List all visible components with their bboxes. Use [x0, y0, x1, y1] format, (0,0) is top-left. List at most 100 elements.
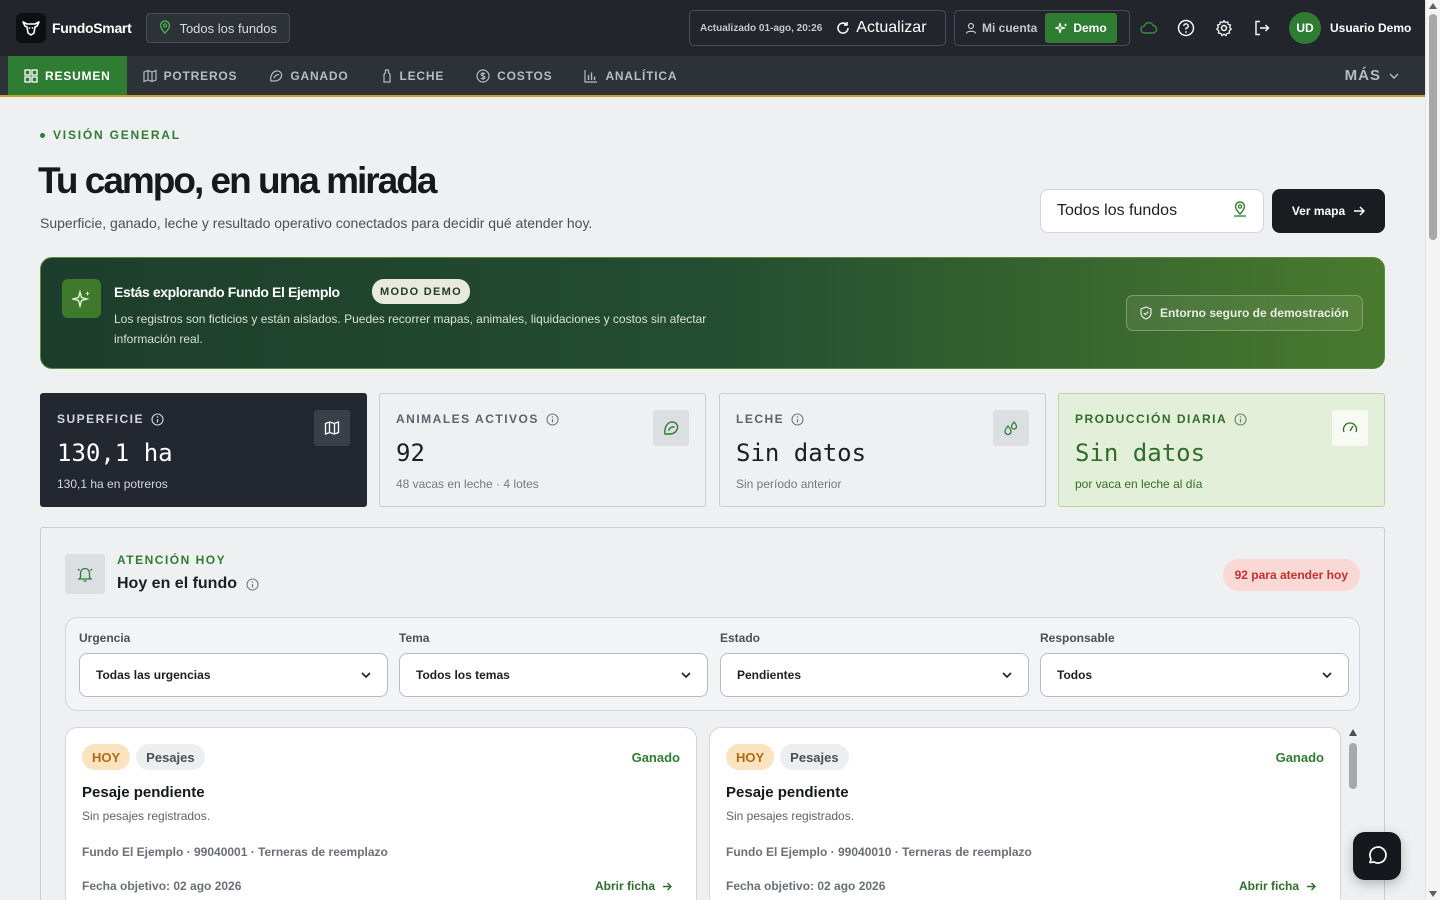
nav-label: COSTOS — [497, 68, 553, 83]
info-icon[interactable] — [791, 412, 804, 426]
logout-icon[interactable] — [1252, 18, 1272, 38]
stat-label-text: ANIMALES ACTIVOS — [396, 412, 539, 426]
task-description: Sin pesajes registrados. — [726, 809, 855, 823]
nav-item-leche[interactable]: LECHE — [365, 56, 461, 95]
eyebrow-label: VISIÓN GENERAL — [53, 128, 181, 142]
stat-card-daily-production[interactable]: PRODUCCIÓN DIARIA Sin datos por vaca en … — [1058, 393, 1385, 507]
status-select[interactable]: Pendientes — [720, 653, 1029, 697]
help-icon[interactable] — [1176, 18, 1196, 38]
user-name: Usuario Demo — [1330, 21, 1412, 35]
topic-select[interactable]: Todos los temas — [399, 653, 708, 697]
urgency-tag: HOY — [726, 744, 775, 770]
update-box: Actualizado 01-ago, 20:26 Actualizar — [689, 10, 946, 46]
page-subtitle: Superficie, ganado, leche y resultado op… — [40, 215, 593, 231]
stat-value: Sin datos — [1075, 439, 1206, 467]
filter-label: Urgencia — [79, 631, 131, 645]
scroll-up-arrow[interactable] — [1349, 729, 1357, 736]
select-value: Todos — [1057, 668, 1093, 682]
info-icon[interactable] — [246, 577, 259, 591]
location-icon — [159, 19, 171, 37]
demo-mode-badge: MODO DEMO — [372, 279, 470, 304]
task-tags: HOY Pesajes — [82, 744, 680, 770]
stat-value: 130,1 ha — [57, 439, 173, 467]
scroll-thumb[interactable] — [1429, 14, 1437, 240]
nav-item-resumen[interactable]: RESUMEN — [8, 56, 127, 95]
attention-title: Hoy en el fundo — [117, 575, 259, 593]
stat-subtext: 130,1 ha en potreros — [57, 477, 168, 491]
info-icon[interactable] — [546, 412, 559, 426]
nav-item-analitica[interactable]: ANALÍTICA — [568, 56, 693, 95]
nav-item-costos[interactable]: COSTOS — [460, 56, 568, 95]
gear-icon[interactable] — [1214, 18, 1234, 38]
cow-icon — [270, 69, 283, 82]
main-nav: RESUMEN POTREROS GANADO LECHE COSTOS ANA… — [0, 56, 1425, 97]
user-icon — [965, 22, 977, 34]
scroll-thumb[interactable] — [1349, 743, 1357, 789]
chevron-down-icon — [681, 672, 691, 678]
task-area: Ganado — [631, 750, 680, 765]
stat-label-text: LECHE — [736, 412, 785, 426]
section-eyebrow: VISIÓN GENERAL — [40, 128, 181, 142]
map-icon — [314, 410, 350, 446]
my-account-button[interactable]: Mi cuenta — [957, 13, 1045, 43]
cow-icon — [653, 410, 689, 446]
task-due-date: Fecha objetivo: 02 ago 2026 — [726, 879, 886, 893]
nav-label: ANALÍTICA — [605, 68, 678, 83]
task-card[interactable]: HOY Pesajes Ganado Pesaje pendiente Sin p… — [709, 727, 1341, 900]
fund-chip[interactable]: Todos los fundos — [146, 13, 291, 43]
arrow-right-icon — [1354, 206, 1366, 216]
nav-item-potreros[interactable]: POTREROS — [127, 56, 254, 95]
refresh-button[interactable]: Actualizar — [836, 19, 927, 37]
stat-card-animals[interactable]: ANIMALES ACTIVOS 92 48 vacas en leche · … — [379, 393, 706, 507]
eyebrow-dot — [40, 132, 45, 138]
safe-environment-label: Entorno seguro de demostración — [1160, 306, 1349, 320]
bottle-icon — [382, 68, 391, 83]
urgency-tag: HOY — [82, 744, 131, 770]
refresh-icon — [837, 22, 850, 34]
attention-count-badge: 92 para atender hoy — [1222, 559, 1360, 591]
page-scrollbar[interactable] — [1425, 0, 1440, 900]
scroll-up-arrow[interactable] — [1429, 3, 1437, 9]
brand[interactable]: FundoSmart — [16, 13, 132, 43]
demo-button[interactable]: Demo — [1045, 13, 1117, 43]
nav-item-ganado[interactable]: GANADO — [253, 56, 364, 95]
stat-label: ANIMALES ACTIVOS — [396, 412, 689, 426]
attention-panel: ATENCIÓN HOY Hoy en el fundo 92 para ate… — [40, 527, 1385, 900]
task-card[interactable]: HOY Pesajes Ganado Pesaje pendiente Sin p… — [65, 727, 697, 900]
stat-card-surface[interactable]: SUPERFICIE 130,1 ha 130,1 ha en potreros — [40, 393, 367, 507]
sparkle-icon — [62, 279, 101, 318]
open-record-link[interactable]: Abrir ficha — [1239, 879, 1316, 893]
nav-label: POTREROS — [163, 68, 238, 83]
urgency-select[interactable]: Todas las urgencias — [79, 653, 388, 697]
stat-subtext: por vaca en leche al día — [1075, 477, 1203, 491]
task-area: Ganado — [1275, 750, 1324, 765]
cloud-icon[interactable] — [1139, 18, 1159, 38]
scroll-down-arrow[interactable] — [1429, 891, 1437, 897]
owner-select[interactable]: Todos — [1040, 653, 1349, 697]
info-icon[interactable] — [151, 412, 164, 426]
info-icon[interactable] — [1234, 412, 1247, 426]
attention-eyebrow: ATENCIÓN HOY — [117, 553, 227, 567]
safe-environment-button[interactable]: Entorno seguro de demostración — [1126, 295, 1363, 331]
select-value: Todas las urgencias — [96, 668, 211, 682]
attention-title-text: Hoy en el fundo — [117, 575, 237, 592]
stat-label: PRODUCCIÓN DIARIA — [1075, 412, 1368, 426]
chevron-down-icon — [1389, 73, 1399, 79]
select-value: Todos los temas — [416, 668, 510, 682]
user-menu[interactable]: UD Usuario Demo — [1289, 12, 1411, 44]
shield-icon — [1140, 306, 1152, 320]
view-map-button[interactable]: Ver mapa — [1272, 189, 1385, 233]
chat-bubble-icon — [1369, 846, 1387, 864]
filter-topic: Tema Todos los temas — [399, 631, 708, 697]
stat-card-milk[interactable]: LECHE Sin datos Sin período anterior — [719, 393, 1046, 507]
refresh-label: Actualizar — [856, 19, 927, 36]
fund-select[interactable]: Todos los fundos — [1040, 189, 1264, 233]
stat-subtext: Sin período anterior — [736, 477, 842, 491]
filter-status: Estado Pendientes — [720, 631, 1029, 697]
task-meta: Fundo El Ejemplo · 99040010 · Terneras d… — [726, 845, 1032, 859]
nav-more-button[interactable]: MÁS — [1345, 56, 1399, 95]
open-record-link[interactable]: Abrir ficha — [595, 879, 672, 893]
stat-label: LECHE — [736, 412, 1029, 426]
category-tag: Pesajes — [136, 744, 205, 770]
chat-button[interactable] — [1353, 832, 1401, 880]
